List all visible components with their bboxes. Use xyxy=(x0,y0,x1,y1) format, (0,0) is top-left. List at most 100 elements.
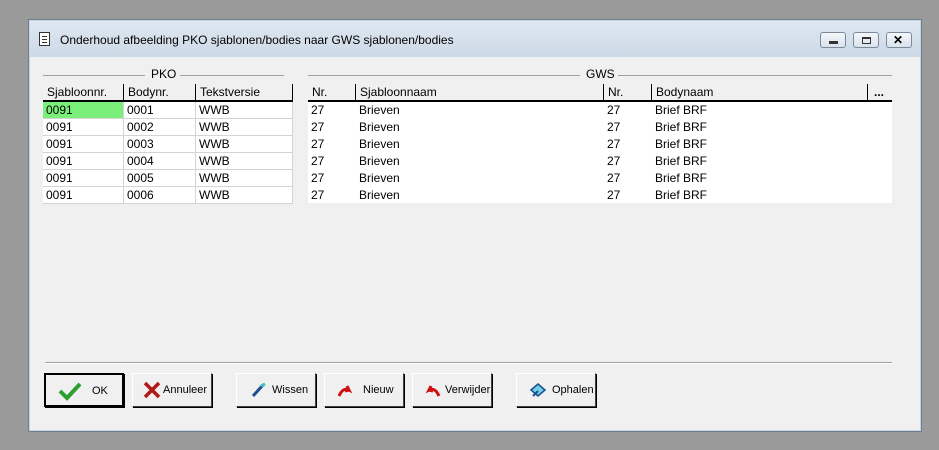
verwijder-label: Verwijder xyxy=(445,384,491,396)
gws-group-label: GWS xyxy=(586,67,615,81)
gws-group-line-left xyxy=(308,75,580,76)
gws-col-bodynaam[interactable]: Bodynaam xyxy=(652,84,868,100)
annuleer-button[interactable]: Annuleer xyxy=(132,373,212,407)
table-cell[interactable]: 27 xyxy=(308,136,356,153)
table-row[interactable]: 0091 0002 WWB xyxy=(43,119,293,136)
table-cell[interactable]: WWB xyxy=(196,102,293,119)
title-bar[interactable]: Onderhoud afbeelding PKO sjablonen/bodie… xyxy=(30,21,920,57)
gws-grid-header: Nr. Sjabloonnaam Nr. Bodynaam ... xyxy=(308,84,892,102)
eraser-icon xyxy=(251,382,266,398)
table-cell[interactable]: 27 xyxy=(308,102,356,119)
table-row[interactable]: 27 Brieven 27 Brief BRF xyxy=(308,170,892,187)
table-cell[interactable]: Brieven xyxy=(356,153,604,170)
table-cell[interactable]: 0091 xyxy=(43,119,124,136)
close-button[interactable]: ✕ xyxy=(886,32,912,48)
maximize-icon xyxy=(862,37,871,44)
document-icon xyxy=(39,32,50,46)
table-cell[interactable]: 27 xyxy=(604,136,652,153)
table-cell[interactable]: 27 xyxy=(308,187,356,204)
pko-group-line-left xyxy=(43,75,145,76)
gws-col-body-nr[interactable]: Nr. xyxy=(604,84,652,100)
table-cell[interactable]: Brief BRF xyxy=(652,119,868,136)
table-cell[interactable]: WWB xyxy=(196,170,293,187)
fetch-icon xyxy=(529,383,547,397)
table-row[interactable]: 0091 0001 WWB xyxy=(43,102,293,119)
table-cell[interactable]: Brief BRF xyxy=(652,170,868,187)
annuleer-label: Annuleer xyxy=(163,384,208,396)
gws-col-nr[interactable]: Nr. xyxy=(308,84,356,100)
pko-col-bodynr[interactable]: Bodynr. xyxy=(124,84,196,100)
table-cell[interactable]: 0091 xyxy=(43,187,124,204)
checkmark-icon xyxy=(58,382,82,401)
wissen-label: Wissen xyxy=(272,384,309,396)
wissen-button[interactable]: Wissen xyxy=(236,373,316,407)
table-cell[interactable]: 0091 xyxy=(43,136,124,153)
table-cell[interactable]: 0091 xyxy=(43,153,124,170)
table-row[interactable]: 27 Brieven 27 Brief BRF xyxy=(308,153,892,170)
table-cell[interactable]: Brief BRF xyxy=(652,187,868,204)
ophalen-label: Ophalen xyxy=(552,384,594,396)
table-cell[interactable]: WWB xyxy=(196,187,293,204)
table-cell[interactable]: 0006 xyxy=(124,187,196,204)
table-cell[interactable]: WWB xyxy=(196,119,293,136)
pko-grid[interactable]: Sjabloonnr. Bodynr. Tekstversie 0091 000… xyxy=(43,84,293,204)
table-cell[interactable]: 0001 xyxy=(124,102,196,119)
table-row[interactable]: 0091 0004 WWB xyxy=(43,153,293,170)
ophalen-button[interactable]: Ophalen xyxy=(516,373,596,407)
table-cell[interactable]: 27 xyxy=(604,187,652,204)
table-cell[interactable]: 27 xyxy=(604,170,652,187)
table-cell[interactable]: 27 xyxy=(604,119,652,136)
table-cell[interactable]: 27 xyxy=(308,153,356,170)
table-row[interactable]: 27 Brieven 27 Brief BRF xyxy=(308,119,892,136)
cancel-x-icon xyxy=(143,381,161,399)
table-row[interactable]: 27 Brieven 27 Brief BRF xyxy=(308,136,892,153)
maximize-button[interactable] xyxy=(853,32,879,48)
pko-group-line-right xyxy=(180,75,284,76)
table-cell[interactable]: Brieven xyxy=(356,119,604,136)
table-row[interactable]: 0091 0006 WWB xyxy=(43,187,293,204)
gws-col-sjabloonnaam[interactable]: Sjabloonnaam xyxy=(356,84,604,100)
pko-group-label: PKO xyxy=(151,67,177,81)
pko-col-tekstversie[interactable]: Tekstversie xyxy=(196,84,293,100)
close-icon: ✕ xyxy=(893,33,904,47)
ok-button[interactable]: OK xyxy=(44,373,124,407)
minimize-button[interactable] xyxy=(820,32,846,48)
table-cell[interactable]: 27 xyxy=(308,119,356,136)
table-cell[interactable]: Brieven xyxy=(356,170,604,187)
ok-label: OK xyxy=(92,385,108,397)
separator xyxy=(45,362,892,364)
table-cell[interactable]: Brieven xyxy=(356,187,604,204)
table-row[interactable]: 0091 0005 WWB xyxy=(43,170,293,187)
table-row[interactable]: 27 Brieven 27 Brief BRF xyxy=(308,102,892,119)
verwijder-button[interactable]: Verwijder xyxy=(412,373,492,407)
gws-grid[interactable]: Nr. Sjabloonnaam Nr. Bodynaam ... 27 Bri… xyxy=(308,84,892,203)
table-cell[interactable]: Brieven xyxy=(356,102,604,119)
table-cell[interactable]: 27 xyxy=(308,170,356,187)
nieuw-button[interactable]: Nieuw xyxy=(324,373,404,407)
new-arrow-icon xyxy=(337,385,353,397)
table-row[interactable]: 0091 0003 WWB xyxy=(43,136,293,153)
table-cell[interactable]: 0005 xyxy=(124,170,196,187)
table-cell[interactable]: 0004 xyxy=(124,153,196,170)
table-cell[interactable]: Brieven xyxy=(356,136,604,153)
column-chooser-button[interactable]: ... xyxy=(868,84,892,100)
window-title: Onderhoud afbeelding PKO sjablonen/bodie… xyxy=(60,33,454,47)
table-cell[interactable]: 0003 xyxy=(124,136,196,153)
table-cell[interactable]: WWB xyxy=(196,136,293,153)
pko-col-sjabloonnr[interactable]: Sjabloonnr. xyxy=(43,84,124,100)
table-cell[interactable]: Brief BRF xyxy=(652,136,868,153)
table-cell[interactable]: 0091 xyxy=(43,170,124,187)
table-row[interactable]: 27 Brieven 27 Brief BRF xyxy=(308,187,892,204)
minimize-icon xyxy=(829,41,838,44)
table-cell[interactable]: Brief BRF xyxy=(652,153,868,170)
table-cell[interactable]: 0091 xyxy=(43,102,124,119)
table-cell[interactable]: WWB xyxy=(196,153,293,170)
nieuw-label: Nieuw xyxy=(363,384,394,396)
table-cell[interactable]: 27 xyxy=(604,102,652,119)
table-cell[interactable]: 27 xyxy=(604,153,652,170)
dialog-window: Onderhoud afbeelding PKO sjablonen/bodie… xyxy=(28,19,922,432)
table-cell[interactable]: 0002 xyxy=(124,119,196,136)
undo-arrow-icon xyxy=(425,385,441,397)
table-cell[interactable]: Brief BRF xyxy=(652,102,868,119)
gws-group-line-right xyxy=(618,75,892,76)
